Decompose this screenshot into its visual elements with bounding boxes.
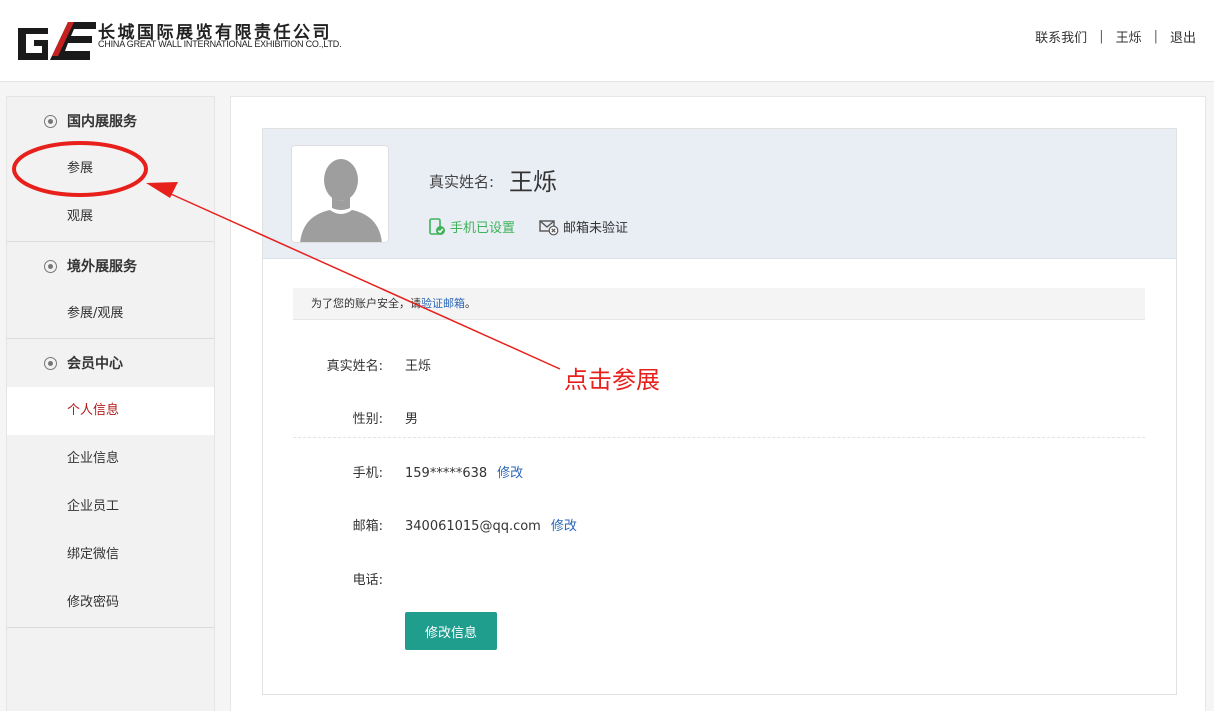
sidebar-item-visit[interactable]: 观展 (7, 193, 214, 241)
annotation-label: 点击参展 (564, 366, 660, 394)
sidebar-section-member[interactable]: 会员中心 (7, 340, 214, 386)
app: 长城国际展览有限责任公司 CHINA GREAT WALL INTERNATIO… (0, 0, 1214, 711)
notice-end: 。 (465, 297, 476, 310)
verify-email-link[interactable]: 验证邮箱 (421, 297, 465, 310)
profile-header: 真实姓名: 王烁 手机已设置 邮箱未验证 (263, 129, 1176, 259)
name-label: 真实姓名: (326, 359, 383, 374)
sidebar-section-title: 国内展服务 (67, 114, 137, 130)
phone-status-badge: 手机已设置 (428, 217, 515, 236)
main-panel: 真实姓名: 王烁 手机已设置 邮箱未验证 为了您的账户安全，请验证邮箱。 真实姓… (230, 96, 1206, 711)
sidebar: 国内展服务 参展 观展 境外展服务 参展/观展 会员中心 个人信息 企业信息 企… (6, 96, 215, 711)
avatar[interactable] (291, 145, 389, 243)
sidebar-item-exhibit[interactable]: 参展 (7, 145, 214, 193)
sidebar-section-domestic[interactable]: 国内展服务 (7, 98, 214, 144)
tel-label: 电话: (352, 573, 383, 588)
sidebar-item-overseas-exhibit-visit[interactable]: 参展/观展 (7, 290, 214, 338)
gender-label: 性别: (352, 412, 383, 427)
phone-check-icon (429, 217, 445, 235)
user-name-link[interactable]: 王烁 (1116, 27, 1142, 46)
nav-separator: | (1099, 29, 1104, 44)
sidebar-divider (7, 338, 214, 339)
sidebar-divider (7, 627, 214, 628)
phone-value: 159*****638 (405, 466, 488, 481)
phone-status-text: 手机已设置 (450, 221, 516, 236)
sidebar-section-title: 会员中心 (67, 356, 123, 372)
email-value: 340061015@qq.com (405, 519, 541, 534)
edit-phone-link[interactable]: 修改 (497, 466, 523, 481)
email-status-badge: 邮箱未验证 (539, 217, 628, 236)
email-label: 邮箱: (352, 519, 383, 534)
field-divider (293, 437, 1145, 438)
section-dot-icon (44, 114, 57, 128)
email-row: 340061015@qq.com 修改 (405, 515, 577, 534)
logo-mark-icon (18, 22, 96, 60)
sidebar-item-bind-wechat[interactable]: 绑定微信 (7, 531, 214, 579)
contact-link[interactable]: 联系我们 (1035, 27, 1087, 46)
sidebar-section-overseas[interactable]: 境外展服务 (7, 243, 214, 289)
section-dot-icon (44, 259, 57, 273)
name-value: 王烁 (405, 359, 432, 374)
real-name-label: 真实姓名: (429, 173, 495, 191)
edit-email-link[interactable]: 修改 (551, 519, 577, 534)
edit-info-button[interactable]: 修改信息 (405, 612, 497, 650)
company-name-en: CHINA GREAT WALL INTERNATIONAL EXHIBITIO… (98, 39, 342, 49)
profile-card: 真实姓名: 王烁 手机已设置 邮箱未验证 为了您的账户安全，请验证邮箱。 真实姓… (262, 128, 1177, 695)
section-dot-icon (44, 356, 57, 370)
sidebar-section-title: 境外展服务 (67, 259, 137, 275)
sidebar-item-change-password[interactable]: 修改密码 (7, 579, 214, 627)
notice-text: 为了您的账户安全，请 (311, 297, 421, 310)
sidebar-item-personal-info[interactable]: 个人信息 (7, 387, 214, 435)
sidebar-item-company-info[interactable]: 企业信息 (7, 435, 214, 483)
email-unverified-icon (539, 219, 559, 235)
real-name-value: 王烁 (509, 168, 557, 196)
security-notice: 为了您的账户安全，请验证邮箱。 (293, 288, 1145, 320)
phone-row: 159*****638 修改 (405, 462, 523, 481)
gender-value: 男 (405, 412, 419, 427)
sidebar-item-company-staff[interactable]: 企业员工 (7, 483, 214, 531)
top-nav: 联系我们 | 王烁 | 退出 (1035, 27, 1196, 46)
logout-link[interactable]: 退出 (1170, 27, 1196, 46)
nav-separator: | (1153, 29, 1158, 44)
default-avatar-icon (292, 146, 388, 242)
sidebar-divider (7, 241, 214, 242)
logo[interactable]: 长城国际展览有限责任公司 CHINA GREAT WALL INTERNATIO… (16, 18, 356, 62)
header: 长城国际展览有限责任公司 CHINA GREAT WALL INTERNATIO… (0, 0, 1214, 82)
phone-label: 手机: (352, 466, 383, 481)
email-status-text: 邮箱未验证 (563, 221, 629, 236)
